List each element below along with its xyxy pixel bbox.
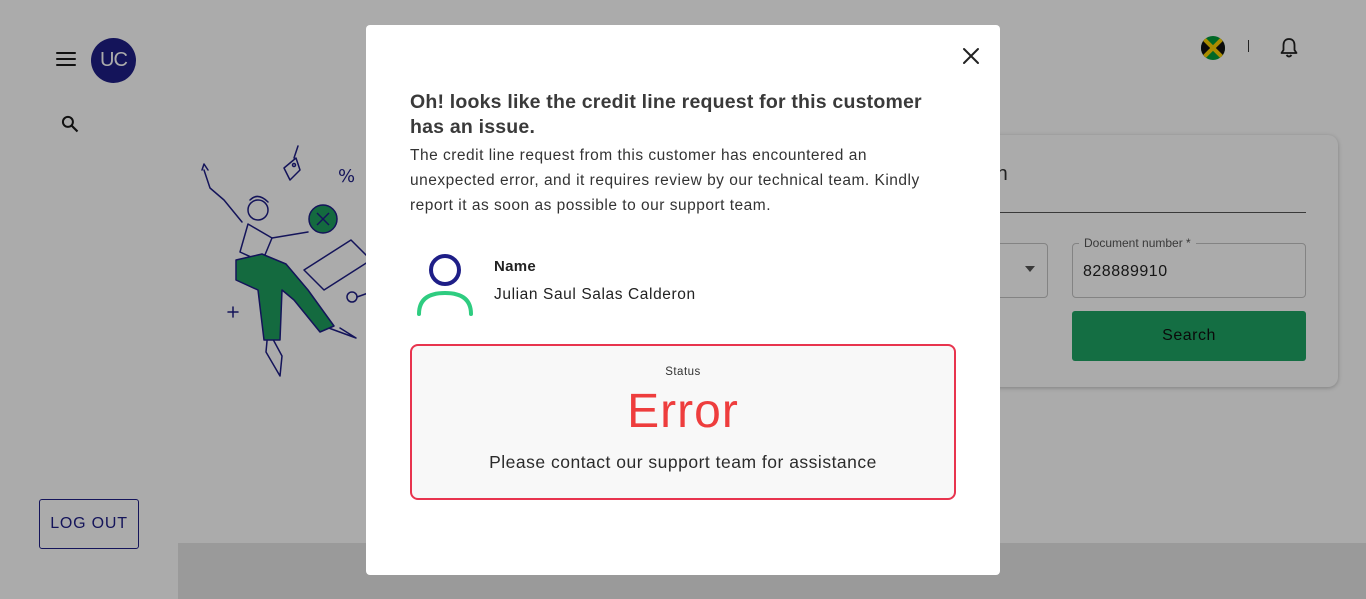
status-message: Please contact our support team for assi… bbox=[489, 452, 877, 472]
close-icon[interactable] bbox=[960, 45, 982, 67]
status-panel: Status Error Please contact our support … bbox=[410, 344, 956, 500]
person-icon bbox=[416, 253, 474, 317]
credit-issue-dialog: Oh! looks like the credit line request f… bbox=[366, 25, 1000, 575]
dialog-description: The credit line request from this custom… bbox=[410, 147, 920, 214]
customer-name-value: Julian Saul Salas Calderon bbox=[494, 286, 696, 303]
dialog-title: Oh! looks like the credit line request f… bbox=[410, 91, 922, 138]
status-label: Status bbox=[665, 366, 701, 378]
status-value: Error bbox=[627, 385, 739, 438]
customer-name-label: Name bbox=[494, 258, 537, 275]
